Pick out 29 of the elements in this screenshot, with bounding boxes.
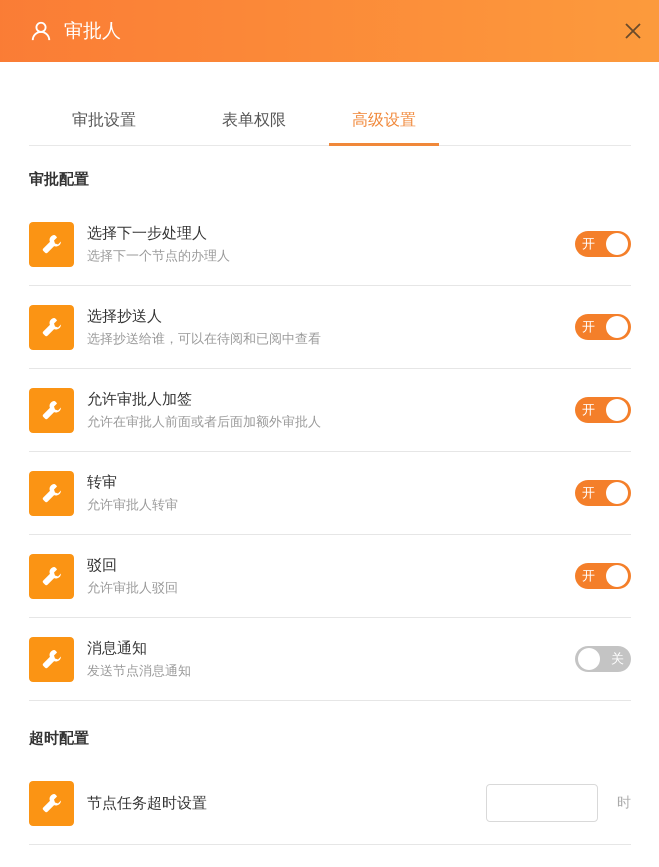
- user-icon: [30, 20, 52, 42]
- close-button[interactable]: [623, 21, 643, 41]
- toggle-switch[interactable]: 关: [575, 646, 631, 672]
- setting-title: 选择抄送人: [87, 306, 163, 326]
- toggle-switch[interactable]: 开: [575, 314, 631, 340]
- setting-title: 转审: [87, 472, 118, 492]
- setting-title: 驳回: [87, 556, 118, 574]
- toggle-switch[interactable]: 开: [575, 231, 631, 257]
- setting-description: 发送节点消息通知: [87, 662, 192, 680]
- setting-description: 允许在审批人前面或者后面加额外审批人: [87, 414, 322, 430]
- input-field[interactable]: [486, 784, 598, 822]
- toggle-switch[interactable]: 开: [575, 397, 631, 423]
- section-title: 审批配置: [29, 169, 90, 190]
- toggle-switch[interactable]: 开: [575, 480, 631, 506]
- unit-label: 时: [617, 794, 631, 812]
- dialog-title: 审批人: [64, 19, 122, 44]
- setting-description: 选择下一个节点的办理人: [87, 248, 231, 264]
- tab[interactable]: 表单权限: [179, 102, 329, 146]
- toggle-switch[interactable]: 开: [575, 563, 631, 589]
- setting-title: 允许审批人加签: [87, 390, 193, 408]
- setting-description: 允许审批人驳回: [87, 580, 179, 596]
- setting-title: 选择下一步处理人: [87, 224, 208, 242]
- setting-title: 节点任务超时设置: [87, 794, 208, 812]
- setting-description: 允许审批人转审: [87, 496, 179, 514]
- setting-description: 选择抄送给谁，可以在待阅和已阅中查看: [87, 330, 322, 348]
- tab[interactable]: 高级设置: [329, 102, 439, 146]
- setting-title: 消息通知: [87, 638, 148, 658]
- section-title: 超时配置: [29, 728, 90, 749]
- tab[interactable]: 审批设置: [29, 102, 179, 146]
